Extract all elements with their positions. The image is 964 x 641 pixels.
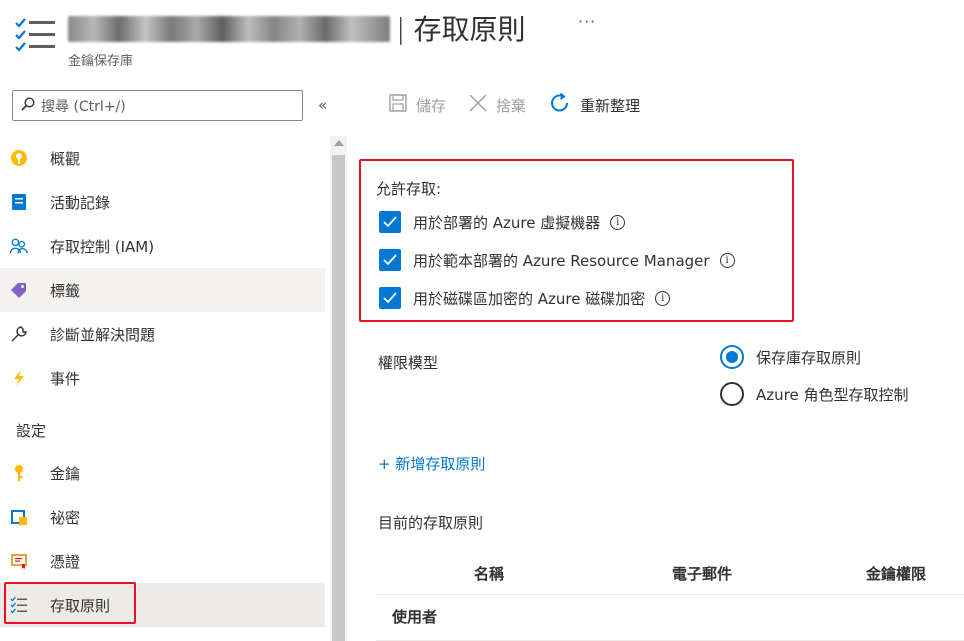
- refresh-icon: [548, 91, 572, 119]
- info-icon[interactable]: i: [655, 290, 671, 306]
- access-option-label: 用於磁碟區加密的 Azure 磁碟加密: [413, 289, 646, 308]
- checkbox-checked[interactable]: [379, 287, 401, 309]
- discard-label: 捨棄: [496, 96, 527, 115]
- tag-icon: [10, 281, 28, 299]
- sidebar-item-overview[interactable]: 概觀: [0, 136, 325, 180]
- close-icon: [468, 93, 488, 117]
- search-input[interactable]: 搜尋 (Ctrl+/): [12, 90, 303, 121]
- radio-selected[interactable]: [720, 345, 744, 369]
- sidebar-item-diagnose[interactable]: 診斷並解決問題: [0, 312, 325, 356]
- sidebar-item-events[interactable]: 事件: [0, 356, 325, 400]
- activity-log-icon: [10, 193, 28, 211]
- permission-option-rbac[interactable]: Azure 角色型存取控制: [720, 381, 908, 407]
- access-option-arm[interactable]: 用於範本部署的 Azure Resource Manager i: [379, 248, 735, 272]
- certificate-icon: [10, 552, 28, 570]
- key-icon: [10, 464, 28, 482]
- sidebar-item-activity-log[interactable]: 活動記錄: [0, 180, 325, 224]
- command-bar: 儲存 捨棄 重新整理: [388, 92, 662, 118]
- allow-access-title: 允許存取:: [376, 180, 442, 198]
- collapse-sidebar-button[interactable]: «: [318, 96, 327, 114]
- refresh-label: 重新整理: [580, 96, 641, 115]
- resource-type-subtitle: 金鑰保存庫: [68, 54, 134, 69]
- policies-table-header: 名稱 電子郵件 金鑰權限: [376, 555, 964, 595]
- sidebar-section-settings: 設定: [16, 422, 47, 440]
- sidebar-nav: 概觀 活動記錄 存取控制 (IAM) 標籤 診斷並解決問題 事件 設定 金鑰 祕…: [0, 136, 325, 641]
- scroll-up-arrow-icon[interactable]: [334, 140, 344, 146]
- save-button[interactable]: 儲存: [388, 93, 446, 117]
- sidebar-item-label: 標籤: [50, 281, 81, 300]
- access-option-label: 用於部署的 Azure 虛擬機器: [413, 213, 601, 232]
- page-header: fabeorecordingbot-kv | 存取原則: [68, 9, 525, 47]
- search-placeholder: 搜尋 (Ctrl+/): [41, 98, 126, 115]
- sidebar-item-label: 活動記錄: [50, 193, 111, 212]
- save-label: 儲存: [416, 96, 447, 115]
- checkbox-checked[interactable]: [379, 211, 401, 233]
- sidebar-item-label: 事件: [50, 369, 81, 388]
- wrench-icon: [10, 325, 28, 343]
- overview-icon: [10, 149, 28, 167]
- radio-unselected[interactable]: [720, 382, 744, 406]
- table-group-row[interactable]: 使用者: [376, 596, 964, 641]
- secret-icon: [10, 508, 28, 526]
- access-option-disk-encryption[interactable]: 用於磁碟區加密的 Azure 磁碟加密 i: [379, 286, 671, 310]
- permission-option-vault-policy[interactable]: 保存庫存取原則: [720, 344, 861, 370]
- sidebar-item-tags[interactable]: 標籤: [0, 268, 325, 312]
- page-title: 存取原則: [413, 13, 526, 46]
- checkbox-checked[interactable]: [379, 249, 401, 271]
- sidebar-item-label: 存取控制 (IAM): [50, 237, 155, 256]
- title-separator: |: [396, 11, 406, 45]
- radio-label: 保存庫存取原則: [756, 348, 862, 367]
- search-icon: [21, 96, 35, 115]
- sidebar-item-label: 祕密: [50, 508, 81, 527]
- add-access-policy-link[interactable]: + 新增存取原則: [378, 453, 485, 474]
- sidebar-scroll-thumb[interactable]: [332, 155, 345, 641]
- sidebar-item-label: 憑證: [50, 552, 81, 571]
- more-options-button[interactable]: ···: [578, 12, 596, 31]
- sidebar-item-secrets[interactable]: 祕密: [0, 495, 325, 539]
- sidebar-item-label: 概觀: [50, 149, 81, 168]
- sidebar-item-certificates[interactable]: 憑證: [0, 539, 325, 583]
- current-policies-title: 目前的存取原則: [378, 514, 484, 532]
- iam-icon: [10, 237, 28, 255]
- permission-model-label: 權限模型: [378, 354, 439, 372]
- refresh-button[interactable]: 重新整理: [548, 91, 640, 119]
- sidebar-item-partial[interactable]: [0, 627, 325, 641]
- sidebar-item-iam[interactable]: 存取控制 (IAM): [0, 224, 325, 268]
- column-header-key-permissions[interactable]: 金鑰權限: [866, 563, 926, 584]
- column-header-name[interactable]: 名稱: [474, 563, 504, 584]
- access-policy-nav-highlight: [4, 582, 136, 624]
- info-icon[interactable]: i: [719, 252, 735, 268]
- column-header-email[interactable]: 電子郵件: [672, 563, 732, 584]
- sidebar-item-keys[interactable]: 金鑰: [0, 451, 325, 495]
- resource-name-redacted: fabeorecordingbot-kv: [68, 16, 390, 42]
- radio-label: Azure 角色型存取控制: [756, 385, 909, 404]
- discard-button[interactable]: 捨棄: [468, 93, 526, 117]
- sidebar-item-label: 診斷並解決問題: [50, 325, 156, 344]
- access-policy-header-icon: [14, 16, 56, 56]
- sidebar-item-label: 金鑰: [50, 464, 81, 483]
- access-option-label: 用於範本部署的 Azure Resource Manager: [413, 251, 710, 270]
- group-label: 使用者: [392, 608, 438, 626]
- info-icon[interactable]: i: [610, 214, 626, 230]
- lightning-icon: [10, 369, 28, 387]
- save-icon: [388, 93, 408, 117]
- access-option-vm[interactable]: 用於部署的 Azure 虛擬機器 i: [379, 210, 626, 234]
